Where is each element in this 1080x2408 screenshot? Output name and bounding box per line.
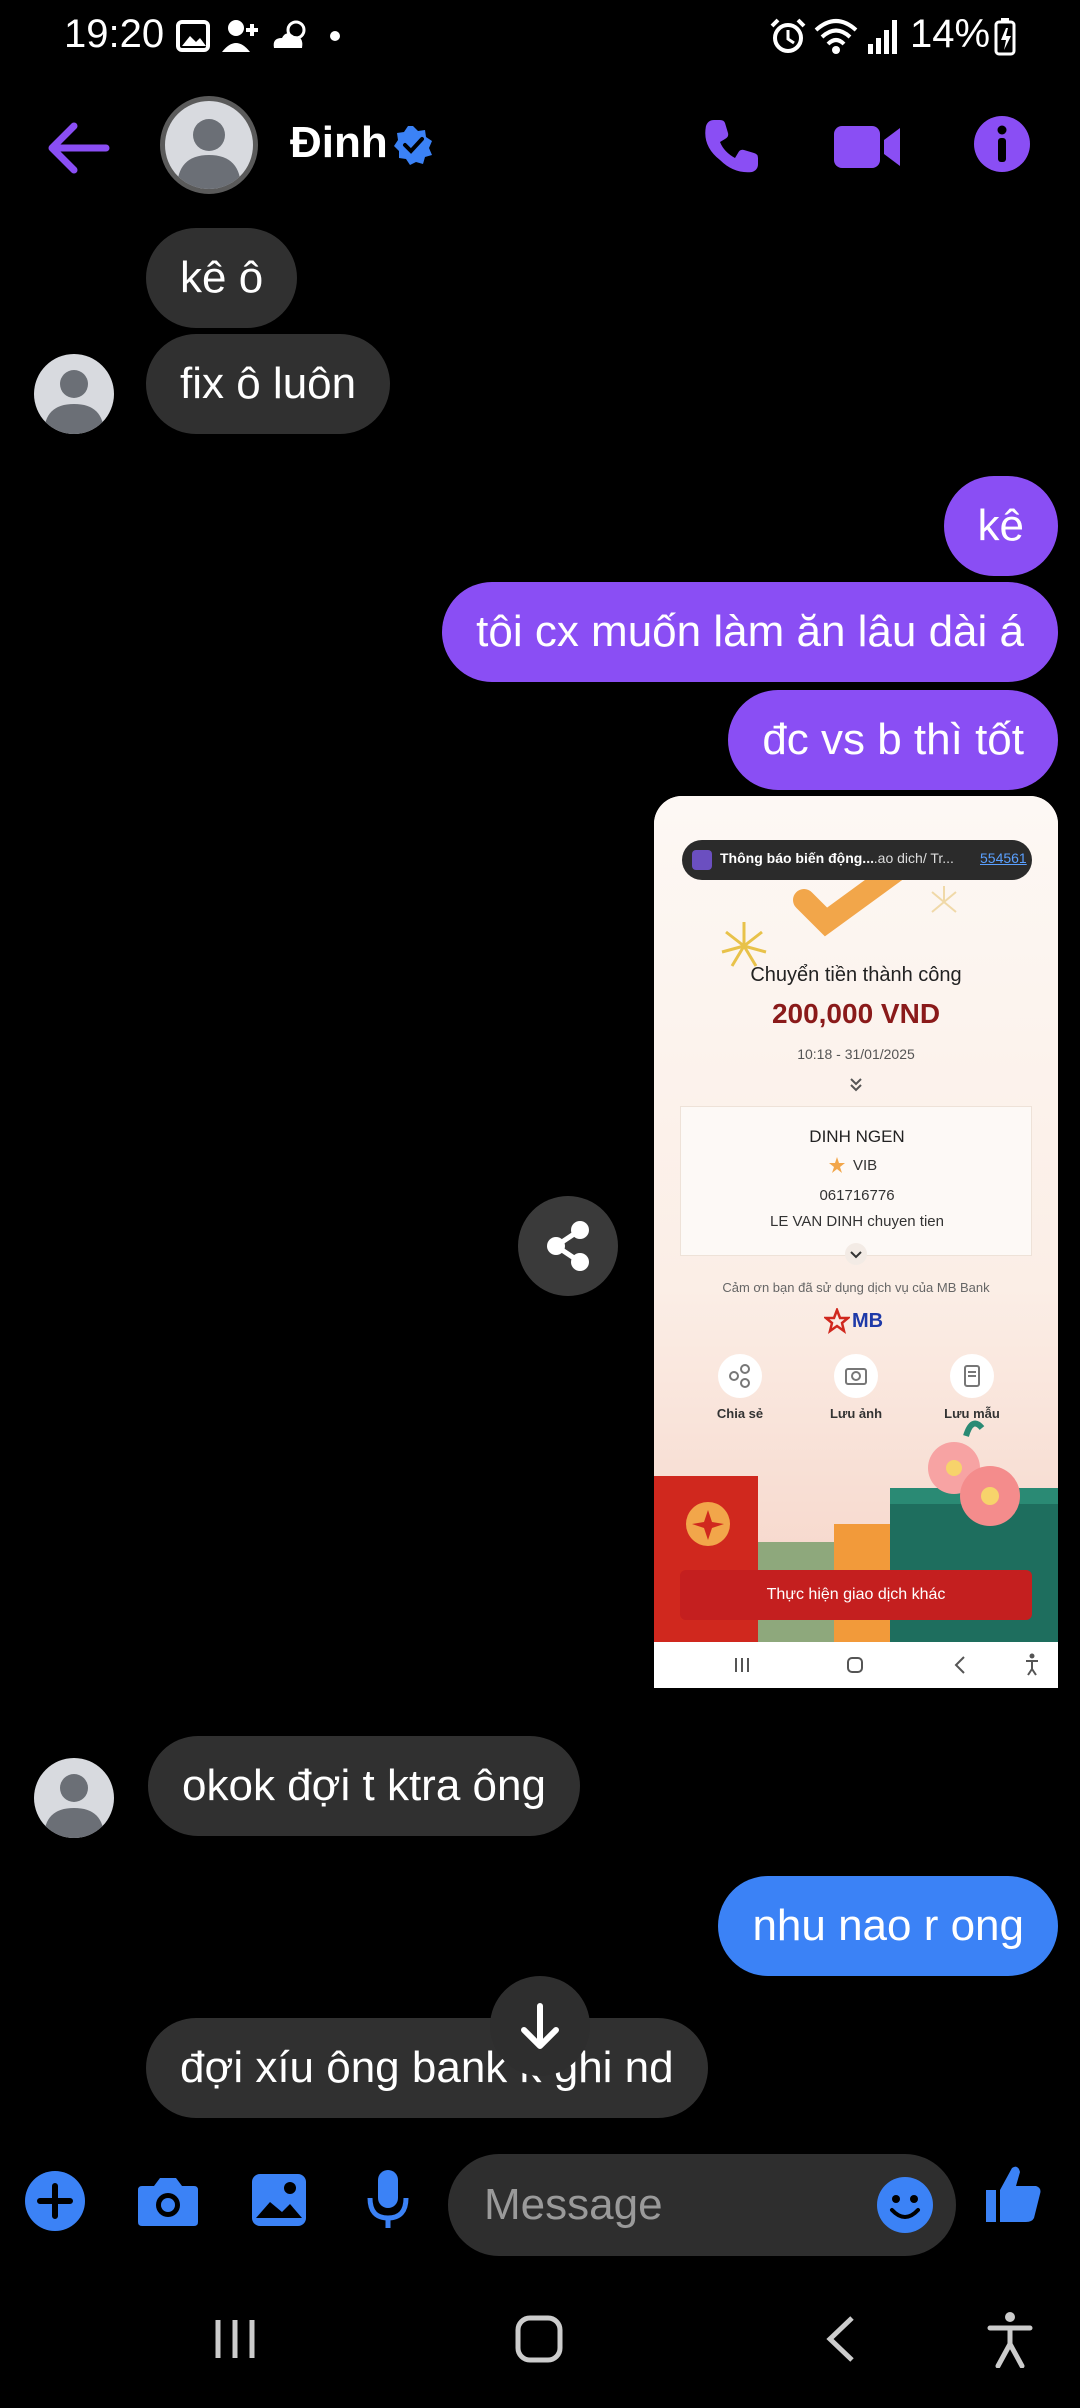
receipt-datetime: 10:18 - 31/01/2025	[797, 1046, 915, 1062]
back-arrow-icon[interactable]	[44, 118, 114, 178]
plus-icon[interactable]	[24, 2170, 86, 2232]
recipient-bank: VIB	[853, 1157, 878, 1174]
accessibility-icon[interactable]	[986, 2310, 1034, 2368]
wifi-icon	[814, 19, 858, 54]
other-transaction-button: Thực hiện giao dịch khác	[680, 1570, 1032, 1620]
recipient-name: DINH NGEN	[809, 1127, 905, 1146]
thanks-text: Cảm ơn bạn đã sử dụng dịch vụ của MB Ban…	[722, 1280, 990, 1295]
arrow-down-icon	[521, 2003, 559, 2049]
battery-charging-icon	[994, 18, 1016, 56]
contact-avatar[interactable]	[160, 96, 258, 194]
message-incoming[interactable]: đợi xíu ông bank k ghi nd	[146, 2018, 708, 2118]
share-button[interactable]	[518, 1196, 618, 1296]
message-incoming[interactable]: fix ô luôn	[146, 334, 391, 434]
share-icon	[729, 1364, 750, 1388]
home-icon[interactable]	[514, 2314, 564, 2364]
gallery-icon[interactable]	[250, 2172, 308, 2228]
thumbs-up-icon[interactable]	[982, 2162, 1044, 2224]
receipt-nav-bar	[654, 1642, 1058, 1688]
video-call-icon[interactable]	[832, 120, 902, 174]
mb-bank-logo-icon	[824, 1308, 850, 1334]
add-contact-notification-icon	[222, 20, 258, 52]
message-outgoing[interactable]: kê	[943, 476, 1058, 576]
default-avatar-icon	[44, 370, 104, 434]
system-nav-bar	[0, 2290, 1080, 2408]
message-outgoing[interactable]: nhu nao r ong	[718, 1876, 1058, 1976]
phone-call-icon[interactable]	[700, 116, 762, 178]
sender-avatar[interactable]	[34, 1758, 114, 1838]
notification-text: ...ao dich/ Tr...	[866, 850, 954, 866]
share-icon	[547, 1221, 589, 1271]
receipt-share-button	[718, 1354, 762, 1398]
receipt-save-template-button	[950, 1354, 994, 1398]
receipt-save-image-button	[834, 1354, 878, 1398]
camera-icon[interactable]	[136, 2174, 200, 2228]
android-nav-icons	[735, 1653, 1038, 1676]
transfer-memo: LE VAN DINH chuyen tien	[770, 1213, 944, 1230]
mb-brand: MB	[852, 1310, 884, 1332]
vib-logo-icon	[829, 1157, 845, 1173]
weather-notification-icon	[273, 20, 306, 48]
camera-icon	[845, 1368, 867, 1385]
gallery-notification-icon	[176, 20, 210, 52]
scroll-to-bottom-button[interactable]	[490, 1976, 590, 2076]
default-avatar-icon	[44, 1774, 104, 1838]
shared-image-bank-receipt[interactable]: Thông báo biến động... ...ao dich/ Tr...…	[654, 796, 1058, 1688]
microphone-icon[interactable]	[366, 2168, 410, 2232]
receipt-save-image-label: Lưu ảnh	[829, 1406, 883, 1421]
alarm-icon	[770, 18, 806, 53]
message-outgoing[interactable]: tôi cx muốn làm ăn lâu dài á	[442, 582, 1058, 682]
recent-apps-icon[interactable]	[210, 2314, 260, 2364]
receipt-save-template-label: Lưu mẫu	[944, 1406, 1000, 1421]
card-expand-icon	[845, 1243, 867, 1265]
message-composer	[0, 2150, 1080, 2260]
more-notifications-dot-icon	[330, 31, 340, 41]
receipt-amount: 200,000 VND	[771, 998, 941, 1029]
signal-icon	[868, 20, 897, 54]
message-incoming[interactable]: kê ô	[146, 228, 298, 328]
message-incoming[interactable]: okok đợi t ktra ông	[148, 1736, 580, 1836]
receipt-title: Chuyển tiền thành công	[750, 964, 962, 986]
verified-badge-icon	[394, 126, 432, 165]
app-notification-icon	[692, 850, 712, 870]
template-icon	[964, 1365, 980, 1387]
info-icon[interactable]	[972, 114, 1032, 174]
status-time: 19:20	[64, 12, 165, 56]
emoji-icon[interactable]	[876, 2176, 934, 2234]
notification-banner: Thông báo biến động... ...ao dich/ Tr...…	[682, 840, 1032, 880]
receipt-share-label: Chia sẻ	[716, 1406, 764, 1421]
status-bar: 19:20 14%	[0, 0, 1080, 72]
notification-title: Thông báo biến động...	[720, 850, 874, 866]
chat-header: Đinh	[0, 88, 1080, 208]
expand-chevron-icon	[850, 1078, 862, 1092]
default-avatar-icon	[177, 119, 241, 189]
battery-percent: 14%	[910, 12, 991, 56]
recipient-account: 061716776	[819, 1187, 895, 1204]
message-outgoing[interactable]: đc vs b thì tốt	[728, 690, 1058, 790]
recipient-card: DINH NGEN VIB 061716776 LE VAN DINH chuy…	[680, 1106, 1032, 1256]
sender-avatar[interactable]	[34, 354, 114, 434]
notification-ref: 554561	[980, 850, 1027, 866]
contact-name[interactable]: Đinh	[290, 118, 388, 168]
back-icon[interactable]	[820, 2314, 860, 2364]
